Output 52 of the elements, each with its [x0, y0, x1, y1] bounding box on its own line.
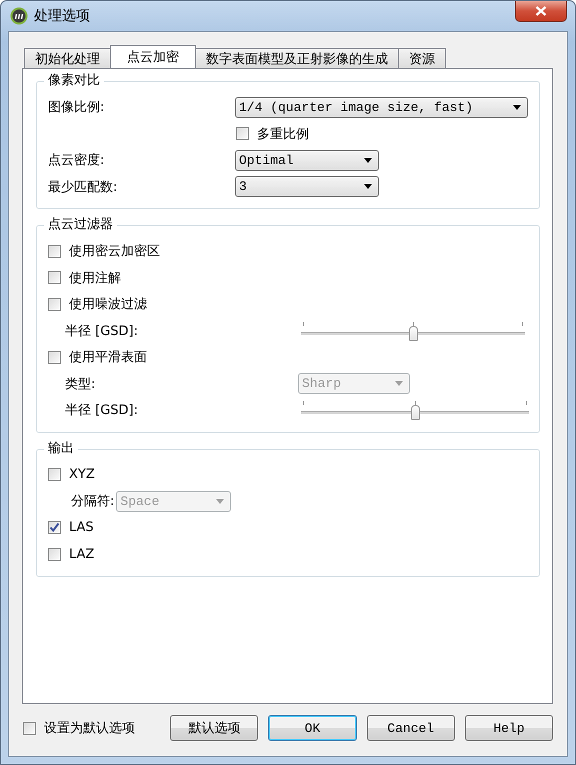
caret-icon — [216, 498, 224, 504]
caret-icon — [513, 104, 521, 110]
field-label: 类型: — [64, 376, 96, 393]
checkbox[interactable] — [48, 298, 61, 311]
dropdown[interactable]: 3 — [235, 176, 379, 198]
dialog-button[interactable]: Help — [464, 715, 554, 741]
caret-icon — [364, 184, 372, 190]
caret-icon — [364, 158, 372, 163]
checkbox-label: LAS — [69, 520, 94, 536]
dialog-button[interactable]: 默认选项 — [170, 715, 258, 741]
group-title: 像素对比 — [44, 73, 104, 89]
checkbox-label: 设置为默认选项 — [44, 720, 135, 737]
checkbox-label: 使用噪波过滤 — [69, 296, 147, 314]
caret-icon — [395, 381, 403, 386]
group-title: 点云过滤器 — [44, 217, 117, 233]
tab[interactable]: 数字表面模型及正射影像的生成 — [195, 48, 399, 68]
checkbox[interactable] — [236, 127, 249, 140]
checkbox-label: 使用注解 — [69, 270, 121, 287]
checkbox[interactable] — [48, 521, 61, 534]
window-title: 处理选项 — [34, 7, 90, 25]
close-icon — [535, 6, 547, 16]
field-label: 分隔符: — [70, 493, 114, 510]
checkbox-label: 使用密云加密区 — [69, 243, 160, 260]
checkbox[interactable] — [48, 548, 61, 561]
field-label: 最少匹配数: — [48, 178, 118, 196]
slider-track[interactable] — [301, 399, 529, 422]
dialog-button[interactable]: Cancel — [366, 715, 455, 741]
checkbox[interactable] — [48, 271, 61, 284]
checkbox[interactable] — [48, 468, 61, 482]
slider-thumb[interactable] — [411, 405, 420, 420]
group-title: 输出 — [44, 440, 78, 456]
field-label: 点云密度: — [48, 152, 106, 170]
field-label: 图像比例: — [48, 99, 106, 116]
checkbox-label: 使用平滑表面 — [69, 349, 147, 366]
checkbox-label: 多重比例 — [257, 126, 309, 143]
app-logo-icon — [10, 7, 28, 25]
tab[interactable]: 初始化处理 — [24, 48, 111, 68]
checkbox-label: LAZ — [69, 546, 94, 562]
dropdown[interactable]: Optimal — [235, 150, 379, 171]
checkbox[interactable] — [48, 244, 61, 258]
checkbox[interactable] — [23, 722, 36, 734]
tab[interactable]: 点云加密 — [110, 45, 196, 68]
dropdown[interactable]: 1/4 (quarter image size, fast) — [235, 96, 528, 118]
field-label: 半径 [GSD]: — [64, 322, 139, 340]
checkbox-label: XYZ — [69, 467, 95, 482]
tab[interactable]: 资源 — [398, 48, 446, 68]
slider-track[interactable] — [301, 320, 525, 342]
field-label: 半径 [GSD]: — [64, 402, 139, 420]
dialog-button[interactable]: OK — [268, 715, 357, 741]
checkbox[interactable] — [48, 350, 61, 364]
slider-thumb[interactable] — [409, 326, 418, 341]
close-button[interactable] — [515, 1, 567, 22]
